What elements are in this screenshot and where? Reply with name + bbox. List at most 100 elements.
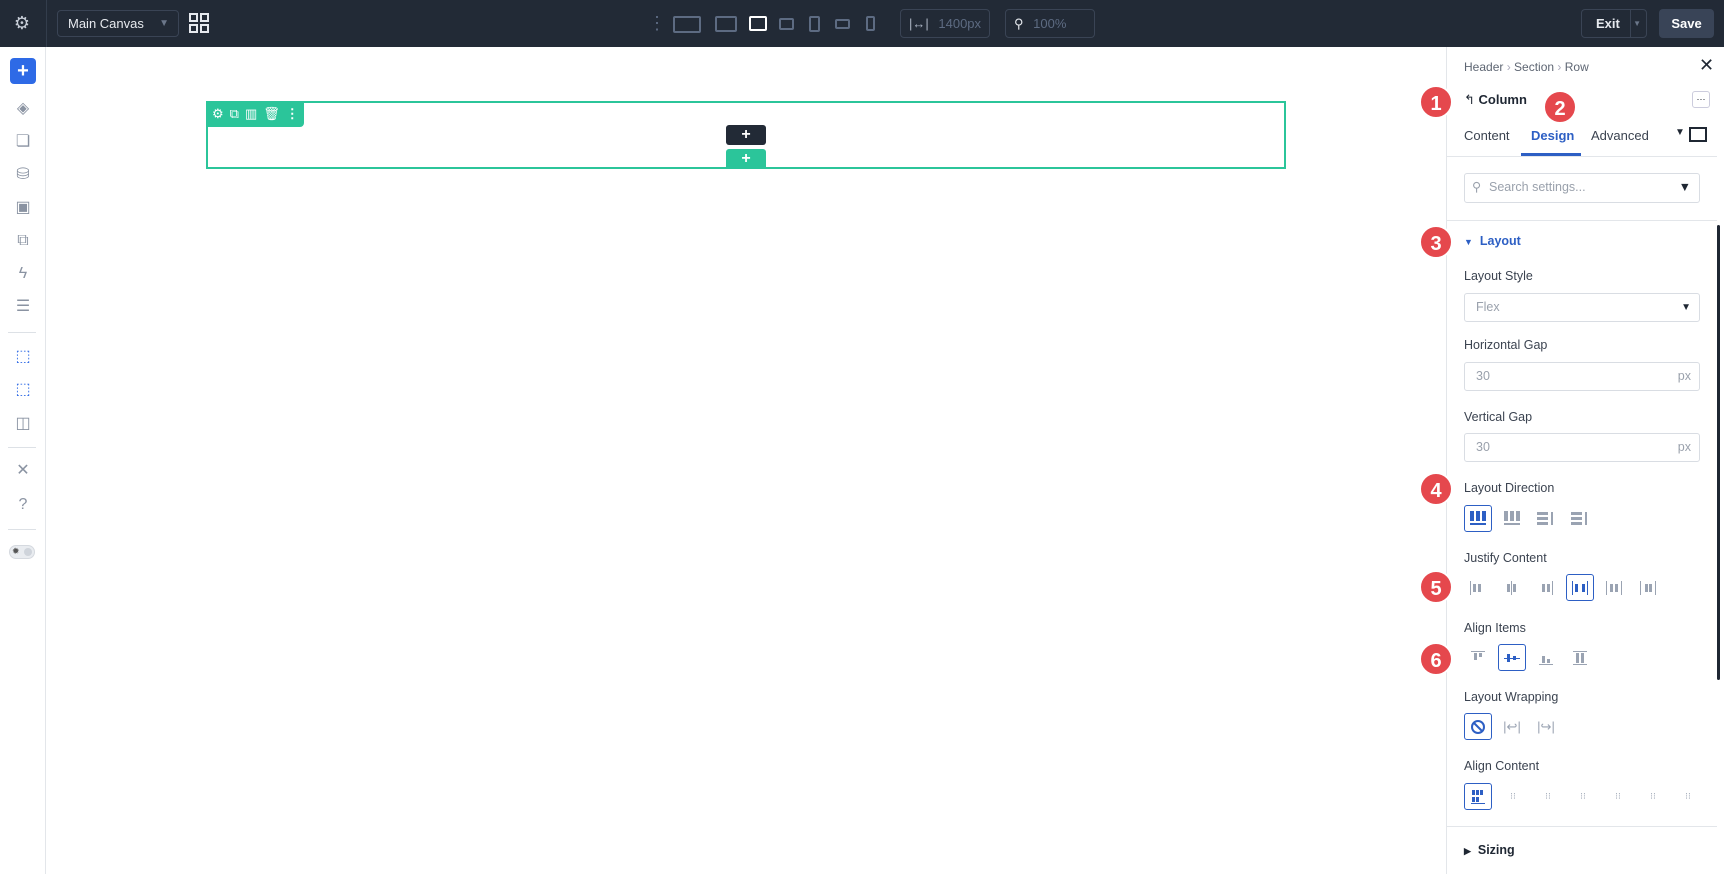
align-content-end-icon[interactable]: ⁝⁝ xyxy=(1569,783,1597,810)
zoom-field[interactable]: ⚲ 100% xyxy=(1005,9,1095,38)
vertical-gap-label: Vertical Gap xyxy=(1464,410,1533,424)
align-content-around-icon[interactable]: ⁝⁝ xyxy=(1639,783,1667,810)
layers-icon[interactable]: ◈ xyxy=(10,96,36,122)
sizing-section-toggle[interactable]: ▶ Sizing xyxy=(1464,843,1515,857)
preset-icon[interactable]: ⋯ xyxy=(1692,91,1710,108)
help-icon[interactable]: ? xyxy=(10,492,36,518)
canvas-select[interactable]: Main Canvas ▼ xyxy=(57,10,179,37)
tools-icon[interactable]: ✕ xyxy=(10,458,36,484)
search-settings-input[interactable]: ⚲ Search settings... ▼ xyxy=(1464,173,1700,203)
device-preview-icon[interactable] xyxy=(1689,127,1707,142)
justify-center-icon[interactable] xyxy=(1498,574,1526,601)
align-content-evenly-icon[interactable]: ⁝⁝ xyxy=(1674,783,1702,810)
annotation-badge-1: 1 xyxy=(1419,85,1453,119)
tab-advanced[interactable]: Advanced xyxy=(1591,128,1649,143)
align-stretch-icon[interactable] xyxy=(1566,644,1594,671)
more-vertical-icon[interactable]: ⋮ xyxy=(286,106,299,122)
column-element[interactable]: ⚙ ⧉ ▥ 🗑︎ ⋮ + + xyxy=(206,101,1286,169)
justify-end-icon[interactable] xyxy=(1532,574,1560,601)
save-button[interactable]: Save xyxy=(1659,9,1714,38)
layout-wrapping-options: |↩| |↪| xyxy=(1464,713,1560,740)
wrap-icon[interactable]: |↩| xyxy=(1498,713,1526,740)
add-module-button[interactable]: + xyxy=(726,125,766,145)
align-end-icon[interactable] xyxy=(1532,644,1560,671)
add-row-button[interactable]: + xyxy=(726,149,766,169)
vgap-unit: px xyxy=(1677,440,1691,454)
align-content-between-icon[interactable]: ⁝⁝ xyxy=(1604,783,1632,810)
trash-icon[interactable]: 🗑︎ xyxy=(263,106,280,122)
add-plus-icon[interactable]: + xyxy=(10,58,36,84)
align-content-options: ⁝⁝ ⁝⁝ ⁝⁝ ⁝⁝ ⁝⁝ ⁝⁝ xyxy=(1464,783,1702,810)
justify-content-options xyxy=(1464,574,1662,601)
horizontal-gap-input[interactable]: 30 px xyxy=(1464,362,1700,391)
theme-builder-icon[interactable]: ❏ xyxy=(10,129,36,155)
tablet-landscape-icon[interactable] xyxy=(779,18,794,30)
align-content-stretch-icon[interactable] xyxy=(1464,783,1492,810)
layout-style-label: Layout Style xyxy=(1464,269,1533,283)
breadcrumb-section[interactable]: Section xyxy=(1514,60,1554,74)
align-content-label: Align Content xyxy=(1464,759,1540,773)
layout-section-toggle[interactable]: ▼ Layout xyxy=(1464,234,1521,248)
tablet-portrait-icon[interactable] xyxy=(809,16,820,32)
columns-icon[interactable]: ▥ xyxy=(245,106,257,122)
annotation-badge-2: 2 xyxy=(1543,90,1577,124)
more-vertical-icon[interactable]: ⋮ xyxy=(648,0,666,47)
select-cursor-icon[interactable]: ⬚ xyxy=(10,344,36,370)
duplicate-icon[interactable]: ⧉ xyxy=(230,106,239,122)
lightning-icon[interactable]: ϟ xyxy=(10,261,36,287)
desktop-icon[interactable] xyxy=(715,16,737,32)
exit-label: Exit xyxy=(1596,16,1620,31)
settings-icon[interactable]: ⚙ xyxy=(212,106,224,122)
theme-toggle[interactable]: ✹ xyxy=(9,545,35,559)
align-center-icon[interactable] xyxy=(1498,644,1526,671)
close-icon[interactable]: ✕ xyxy=(1699,55,1714,76)
justify-space-between-icon[interactable] xyxy=(1566,574,1594,601)
phone-landscape-icon[interactable] xyxy=(835,19,850,29)
multi-select-icon[interactable]: ⬚ xyxy=(10,377,36,403)
tab-design[interactable]: Design xyxy=(1531,128,1574,143)
layout-preview-icon[interactable]: ◫ xyxy=(10,411,36,437)
justify-start-icon[interactable] xyxy=(1464,574,1492,601)
direction-column-reverse-icon[interactable] xyxy=(1566,505,1594,532)
vertical-gap-input[interactable]: 30 px xyxy=(1464,433,1700,462)
panel-scrollbar[interactable] xyxy=(1717,225,1720,680)
align-start-icon[interactable] xyxy=(1464,644,1492,671)
exit-dropdown-icon[interactable]: ▼ xyxy=(1633,10,1641,37)
annotation-badge-5: 5 xyxy=(1419,570,1453,604)
direction-column-icon[interactable] xyxy=(1532,505,1560,532)
justify-space-around-icon[interactable] xyxy=(1600,574,1628,601)
align-content-center-icon[interactable]: ⁝⁝ xyxy=(1534,783,1562,810)
grid-view-icon[interactable] xyxy=(189,13,209,33)
width-icon: |↔| xyxy=(909,16,929,31)
no-wrap-icon[interactable] xyxy=(1464,713,1492,740)
canvas-width-field[interactable]: |↔| 1400px xyxy=(900,9,990,38)
caret-down-icon[interactable]: ▼ xyxy=(1675,127,1685,138)
wrap-reverse-icon[interactable]: |↪| xyxy=(1532,713,1560,740)
tab-content[interactable]: Content xyxy=(1464,128,1510,143)
layout-style-value: Flex xyxy=(1476,300,1500,314)
breadcrumb-row[interactable]: Row xyxy=(1565,60,1589,74)
pages-icon[interactable]: ⧉ xyxy=(10,228,36,254)
layout-style-select[interactable]: Flex ▼ xyxy=(1464,293,1700,322)
direction-row-reverse-icon[interactable] xyxy=(1498,505,1526,532)
hgap-value: 30 xyxy=(1476,369,1490,383)
back-arrow-icon[interactable]: ↰ xyxy=(1464,92,1475,107)
filter-icon[interactable]: ▼ xyxy=(1679,174,1691,201)
breadcrumb-header[interactable]: Header xyxy=(1464,60,1503,74)
menu-lines-icon[interactable]: ☰ xyxy=(10,294,36,320)
database-icon[interactable]: ⛁ xyxy=(10,162,36,188)
settings-gear-icon[interactable]: ⚙ xyxy=(8,0,36,47)
align-content-start-icon[interactable]: ⁝⁝ xyxy=(1499,783,1527,810)
justify-space-evenly-icon[interactable] xyxy=(1634,574,1662,601)
direction-row-icon[interactable] xyxy=(1464,505,1492,532)
exit-button[interactable]: Exit ▼ xyxy=(1581,9,1647,38)
sun-icon: ✹ xyxy=(12,546,20,556)
laptop-icon-active[interactable] xyxy=(749,16,767,31)
settings-panel: Header › Section › Row ✕ ↰ Column ⋯ Cont… xyxy=(1446,47,1724,874)
template-icon[interactable]: ▣ xyxy=(10,195,36,221)
column-toolbar: ⚙ ⧉ ▥ 🗑︎ ⋮ xyxy=(206,101,304,127)
layout-wrapping-label: Layout Wrapping xyxy=(1464,690,1559,704)
phone-portrait-icon[interactable] xyxy=(866,16,875,31)
hgap-unit: px xyxy=(1677,369,1691,383)
desktop-wide-icon[interactable] xyxy=(673,16,701,33)
